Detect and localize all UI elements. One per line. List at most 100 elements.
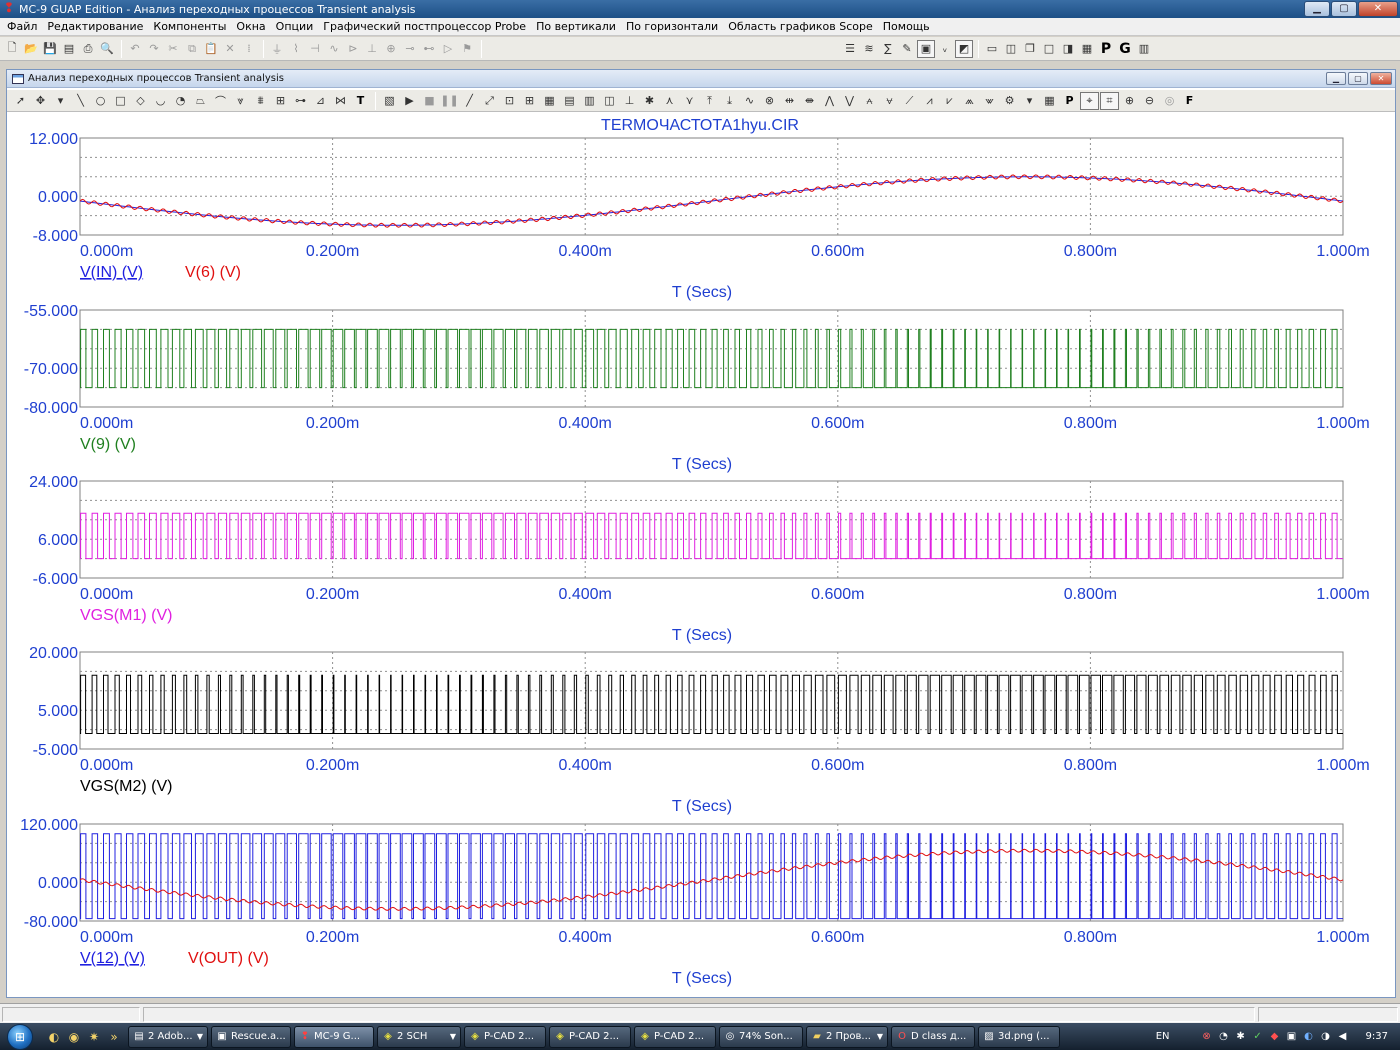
menu-probe[interactable]: Графический постпроцессор Probe — [318, 19, 531, 35]
tray-icon[interactable]: ◐ — [1302, 1030, 1316, 1044]
next-valley-icon[interactable]: ⋁ — [840, 92, 859, 110]
task-button[interactable]: ◈ 2 SCH ▼ — [377, 1025, 461, 1048]
quick-launch-icon[interactable]: » — [106, 1029, 122, 1045]
marker-tool-icon[interactable]: ⋈ — [331, 92, 350, 110]
global-high-icon[interactable]: ⩜ — [860, 92, 879, 110]
tangent-icon[interactable]: ⤢ — [480, 92, 499, 110]
select-arrow-icon[interactable]: ➚ — [11, 92, 30, 110]
tile-horizontal-icon[interactable]: ▭ — [983, 40, 1001, 58]
maximize-button[interactable]: ▢ — [1331, 1, 1357, 17]
start-button[interactable]: ⊞ — [0, 1023, 40, 1050]
tray-icon[interactable]: ▣ — [1285, 1030, 1299, 1044]
tray-icon[interactable]: ◑ — [1319, 1030, 1333, 1044]
speaker-icon[interactable]: ◀ — [1336, 1030, 1350, 1044]
new-file-icon[interactable]: 🗋 — [3, 40, 21, 58]
menu-options[interactable]: Опции — [271, 19, 319, 35]
line-tool-icon[interactable]: ╲ — [71, 92, 90, 110]
print-preview-icon[interactable]: 🔍 — [98, 40, 116, 58]
slope-cursor-icon[interactable]: ⟋ — [900, 92, 919, 110]
fill-tool-icon[interactable]: ⩔ — [231, 92, 250, 110]
probe-p-button[interactable]: P — [1060, 92, 1079, 110]
delete-icon[interactable]: ✕ — [221, 40, 239, 58]
tray-icon[interactable]: ◔ — [1217, 1030, 1231, 1044]
tray-icon[interactable]: ✱ — [1234, 1030, 1248, 1044]
close-button[interactable]: ✕ — [1358, 1, 1398, 17]
quick-launch-icon[interactable]: ◐ — [46, 1029, 62, 1045]
tile-vertical-icon[interactable]: ◫ — [1002, 40, 1020, 58]
peak-icon[interactable]: ⋏ — [660, 92, 679, 110]
tray-icon[interactable]: ✓ — [1251, 1030, 1265, 1044]
menu-edit[interactable]: Редактирование — [42, 19, 148, 35]
left-cursor-icon[interactable]: ⇹ — [780, 92, 799, 110]
properties-icon[interactable]: ▧ — [380, 92, 399, 110]
inductor-icon[interactable]: ∿ — [325, 40, 343, 58]
save-icon[interactable]: 💾 — [41, 40, 59, 58]
quick-launch-icon[interactable]: ✷ — [86, 1029, 102, 1045]
cascade-icon[interactable]: ❐ — [1021, 40, 1039, 58]
columns-icon[interactable]: ▥ — [580, 92, 599, 110]
top-icon[interactable]: ⩘ — [920, 92, 939, 110]
right-cursor-icon[interactable]: ⇼ — [800, 92, 819, 110]
inflection-icon[interactable]: ∿ — [740, 92, 759, 110]
tag-tool-icon[interactable]: ⊿ — [311, 92, 330, 110]
text-tool-button[interactable]: T — [351, 92, 370, 110]
animation-dropdown-icon[interactable]: ▾ — [1020, 92, 1039, 110]
next-peak-icon[interactable]: ⋀ — [820, 92, 839, 110]
cursor-mode-icon[interactable]: ✱ — [640, 92, 659, 110]
pause-icon[interactable]: ❚❚ — [440, 92, 459, 110]
run-icon[interactable]: ▶ — [400, 92, 419, 110]
dropdown-arrow-icon[interactable]: ▾ — [51, 92, 70, 110]
copy-icon[interactable]: ⧉ — [183, 40, 201, 58]
axis-icon[interactable]: ⊥ — [620, 92, 639, 110]
select-all-icon[interactable]: ⁞ — [240, 40, 258, 58]
zoom-in-icon[interactable]: ⊕ — [1120, 92, 1139, 110]
annotation-tool-icon[interactable]: ⊶ — [291, 92, 310, 110]
node-voltage-icon[interactable]: ᵥ — [936, 40, 954, 58]
ellipse-tool-icon[interactable]: ○ — [91, 92, 110, 110]
zoom-out-icon[interactable]: ⊖ — [1140, 92, 1159, 110]
format-f-button[interactable]: F — [1180, 92, 1199, 110]
toolbar-g-button[interactable]: G — [1116, 40, 1134, 58]
function-icon[interactable]: ∑ — [879, 40, 897, 58]
menu-horizontal[interactable]: По горизонтали — [621, 19, 723, 35]
task-button[interactable]: ❢ MC-9 G... — [294, 1025, 374, 1048]
menu-scope[interactable]: Область графиков Scope — [723, 19, 878, 35]
print-icon[interactable]: ⎙ — [79, 40, 97, 58]
task-button[interactable]: ▰ 2 Пров... ▼ — [806, 1025, 888, 1048]
target-icon[interactable]: ◎ — [1160, 92, 1179, 110]
prev-simulation-icon[interactable]: ⩖ — [980, 92, 999, 110]
opamp-icon[interactable]: ▷ — [439, 40, 457, 58]
analysis-icon[interactable]: ▣ — [917, 39, 935, 58]
menu-components[interactable]: Компоненты — [148, 19, 231, 35]
pnp-icon[interactable]: ⊷ — [420, 40, 438, 58]
slope-icon[interactable]: ╱ — [460, 92, 479, 110]
task-button[interactable]: ▣ Rescue.a... — [211, 1025, 291, 1048]
task-button[interactable]: ◎ 74% Son... — [719, 1025, 803, 1048]
flag-icon[interactable]: ⚑ — [458, 40, 476, 58]
menu-windows[interactable]: Окна — [231, 19, 270, 35]
child-maximize-button[interactable]: ▢ — [1348, 72, 1368, 85]
probe-icon[interactable]: ✎ — [898, 40, 916, 58]
task-button[interactable]: ◈ P-CAD 2... — [549, 1025, 631, 1048]
undo-icon[interactable]: ↶ — [126, 40, 144, 58]
ground-icon[interactable]: ⏚ — [268, 40, 286, 58]
tray-icon[interactable]: ◆ — [1268, 1030, 1282, 1044]
table-icon[interactable]: ▤ — [560, 92, 579, 110]
next-simulation-icon[interactable]: ⩕ — [960, 92, 979, 110]
animation-icon[interactable]: ⚙ — [1000, 92, 1019, 110]
split-window-icon[interactable]: ◨ — [1059, 40, 1077, 58]
task-button[interactable]: OD class д... — [891, 1025, 975, 1048]
waveform-icon[interactable]: ≋ — [860, 40, 878, 58]
tag-y-icon[interactable]: ⌗ — [1100, 91, 1119, 110]
resistor-icon[interactable]: ⌇ — [287, 40, 305, 58]
stop-icon[interactable]: ■ — [420, 92, 439, 110]
diode-icon[interactable]: ⊳ — [344, 40, 362, 58]
tag-x-icon[interactable]: ⌖ — [1080, 91, 1099, 110]
rectangle-tool-icon[interactable]: □ — [111, 92, 130, 110]
capacitor-icon[interactable]: ⊣ — [306, 40, 324, 58]
redo-icon[interactable]: ↷ — [145, 40, 163, 58]
task-button[interactable]: ▤ 2 Adob... ▼ — [128, 1025, 208, 1048]
pie-tool-icon[interactable]: ◔ — [171, 92, 190, 110]
cursor-select-icon[interactable]: ⊗ — [760, 92, 779, 110]
child-minimize-button[interactable]: ▁ — [1326, 72, 1346, 85]
